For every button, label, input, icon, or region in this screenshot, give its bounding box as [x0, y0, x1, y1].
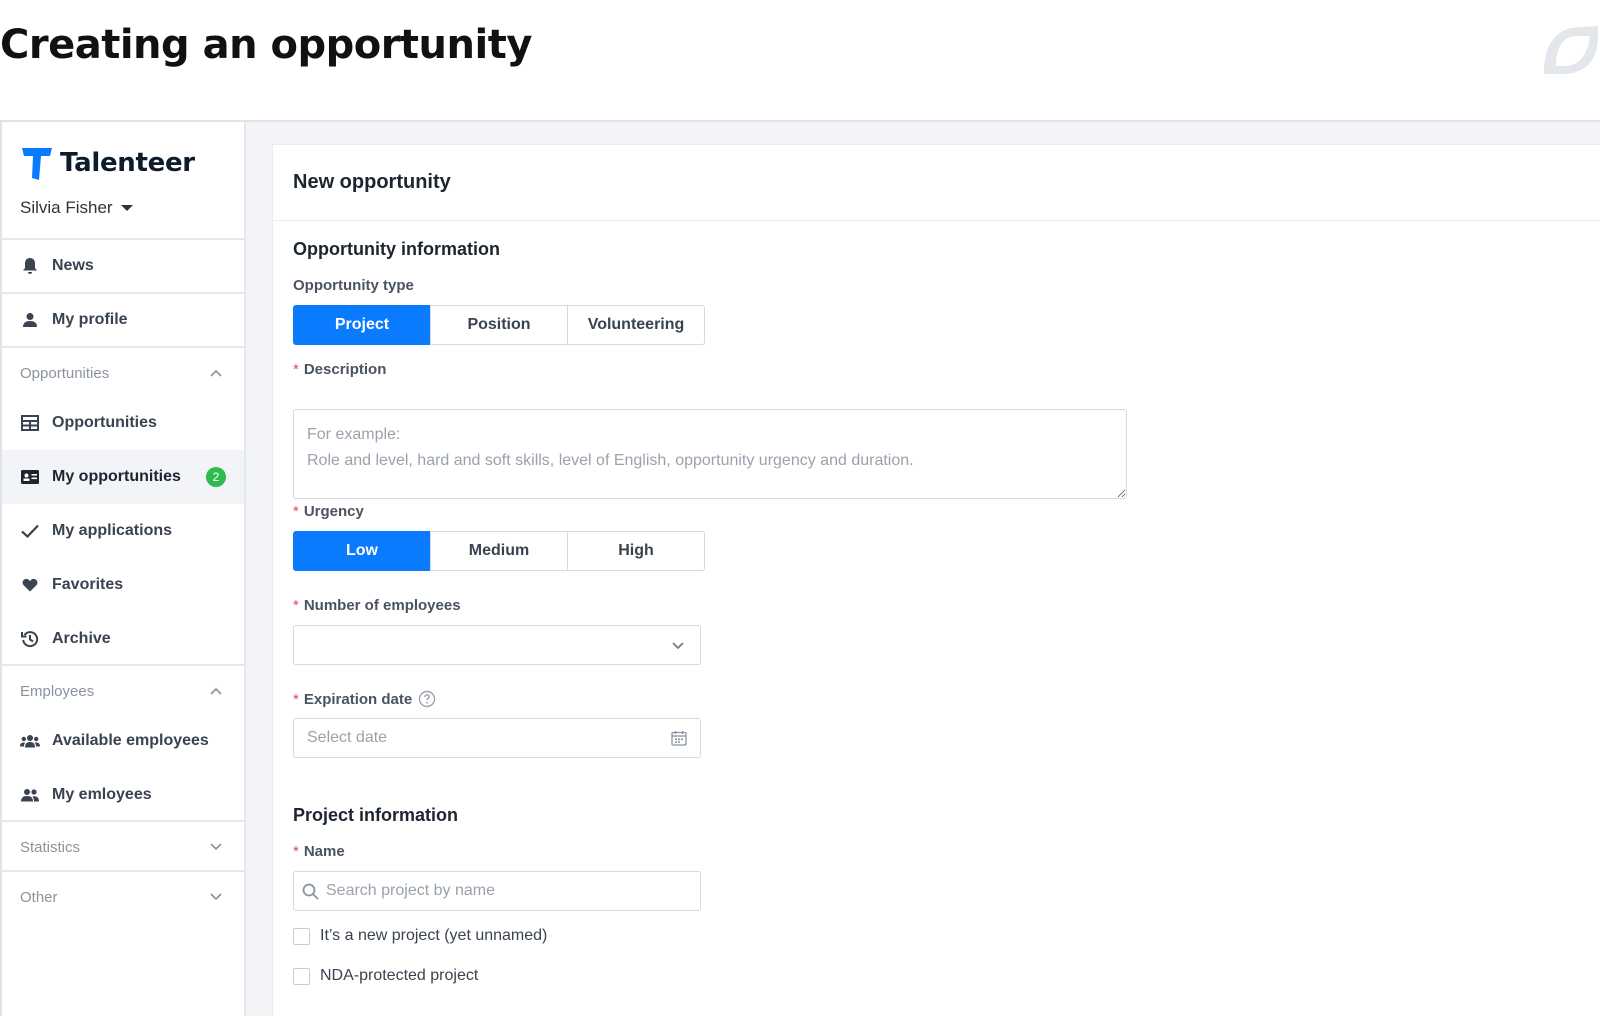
check-icon — [20, 521, 40, 541]
sidebar-item-label: Archive — [52, 630, 111, 647]
project-name-search-input[interactable] — [293, 871, 701, 911]
sidebar-item-favorites[interactable]: Favorites — [2, 558, 244, 612]
users-group-icon — [20, 731, 40, 751]
sidebar-item-label: My opportunities — [52, 468, 181, 485]
sidebar-item-opportunities[interactable]: Opportunities — [2, 396, 244, 450]
sidebar-item-news[interactable]: News — [2, 239, 244, 293]
label-description: * Description — [293, 361, 386, 378]
required-asterisk: * — [293, 503, 299, 520]
nda-checkbox[interactable] — [293, 967, 310, 985]
app-name: Talenteer — [60, 148, 195, 178]
section-title-opportunity-information: Opportunity information — [293, 239, 500, 259]
group-label: Employees — [20, 682, 95, 700]
id-card-icon — [20, 467, 40, 487]
label-name: * Name — [293, 843, 345, 860]
talenteer-logo-icon — [22, 148, 52, 180]
nda-checkbox-row[interactable]: NDA-protected project — [293, 967, 478, 985]
label-text: Description — [303, 361, 387, 378]
group-label: Statistics — [20, 838, 81, 856]
chevron-down-icon — [210, 893, 222, 901]
section-title-project-information: Project information — [293, 805, 459, 825]
label-text: Expiration date — [303, 690, 413, 708]
caret-down-icon — [120, 205, 133, 211]
label-text: Urgency — [303, 503, 364, 520]
number-of-employees-select[interactable] — [293, 625, 701, 665]
history-icon — [20, 629, 40, 649]
help-icon[interactable] — [418, 690, 436, 708]
label-opportunity-type: Opportunity type — [293, 277, 414, 294]
required-asterisk: * — [293, 597, 299, 614]
sidebar-group-employees[interactable]: Employees — [2, 666, 244, 716]
app-logo[interactable]: Talenteer — [20, 144, 195, 182]
chevron-up-icon — [210, 369, 222, 377]
checkbox-label: It’s a new project (yet unnamed) — [320, 927, 548, 944]
expiration-date-input[interactable] — [293, 718, 701, 758]
label-text: Number of employees — [303, 597, 461, 614]
slide-title: Creating an opportunity — [0, 22, 532, 68]
search-icon — [302, 883, 319, 900]
type-position-button[interactable]: Position — [430, 305, 568, 345]
sidebar-group-statistics[interactable]: Statistics — [2, 822, 244, 872]
bell-icon — [20, 256, 40, 276]
new-project-checkbox[interactable] — [293, 927, 310, 945]
chevron-down-icon — [672, 642, 684, 650]
app-window: Talenteer Silvia Fisher News My profile … — [0, 120, 1600, 1016]
sidebar-item-archive[interactable]: Archive — [2, 612, 244, 666]
sidebar-item-label: Opportunities — [52, 414, 157, 431]
sidebar: Talenteer Silvia Fisher News My profile … — [2, 122, 246, 1016]
user-name: Silvia Fisher — [20, 198, 113, 217]
type-volunteering-button[interactable]: Volunteering — [567, 305, 705, 345]
required-asterisk: * — [293, 361, 299, 378]
sidebar-item-label: Available employees — [52, 732, 209, 749]
required-asterisk: * — [293, 690, 299, 708]
required-asterisk: * — [293, 843, 299, 860]
user-menu[interactable]: Silvia Fisher — [20, 198, 133, 218]
urgency-medium-button[interactable]: Medium — [430, 531, 568, 571]
urgency-low-button[interactable]: Low — [293, 531, 431, 571]
sidebar-item-label: My profile — [52, 311, 128, 328]
checkbox-label: NDA-protected project — [320, 967, 479, 984]
chevron-up-icon — [210, 687, 222, 695]
sidebar-item-my-profile[interactable]: My profile — [2, 293, 244, 347]
sidebar-item-label: My emloyees — [52, 786, 152, 803]
user-icon — [20, 310, 40, 330]
sidebar-item-label: Favorites — [52, 576, 124, 593]
label-number-of-employees: * Number of employees — [293, 597, 461, 614]
page-title: New opportunity — [293, 171, 451, 193]
page-header: New opportunity — [273, 145, 1600, 221]
main-panel: New opportunity Opportunity information … — [272, 144, 1600, 1016]
type-project-button[interactable]: Project — [293, 305, 431, 345]
users-icon — [20, 785, 40, 805]
group-label: Other — [20, 888, 58, 906]
sidebar-group-opportunities[interactable]: Opportunities — [2, 348, 244, 398]
new-project-checkbox-row[interactable]: It’s a new project (yet unnamed) — [293, 927, 547, 945]
label-urgency: * Urgency — [293, 503, 364, 520]
calendar-icon[interactable] — [671, 730, 687, 746]
group-label: Opportunities — [20, 364, 110, 382]
label-text: Opportunity type — [293, 277, 414, 294]
chevron-down-icon — [210, 843, 222, 851]
sidebar-item-my-applications[interactable]: My applications — [2, 504, 244, 558]
description-textarea[interactable] — [293, 409, 1127, 499]
opportunity-type-selector: Project Position Volunteering — [293, 305, 705, 345]
sidebar-item-available-employees[interactable]: Available employees — [2, 714, 244, 768]
urgency-high-button[interactable]: High — [567, 531, 705, 571]
sidebar-item-label: My applications — [52, 522, 173, 539]
sidebar-group-other[interactable]: Other — [2, 872, 244, 922]
count-badge: 2 — [206, 467, 226, 487]
sidebar-item-label: News — [52, 257, 94, 274]
brand-logo-icon — [1544, 26, 1598, 74]
urgency-selector: Low Medium High — [293, 531, 705, 571]
table-icon — [20, 413, 40, 433]
sidebar-item-my-employees[interactable]: My emloyees — [2, 768, 244, 822]
heart-icon — [20, 575, 40, 595]
label-text: Name — [303, 843, 345, 860]
label-expiration-date: * Expiration date — [293, 690, 436, 708]
